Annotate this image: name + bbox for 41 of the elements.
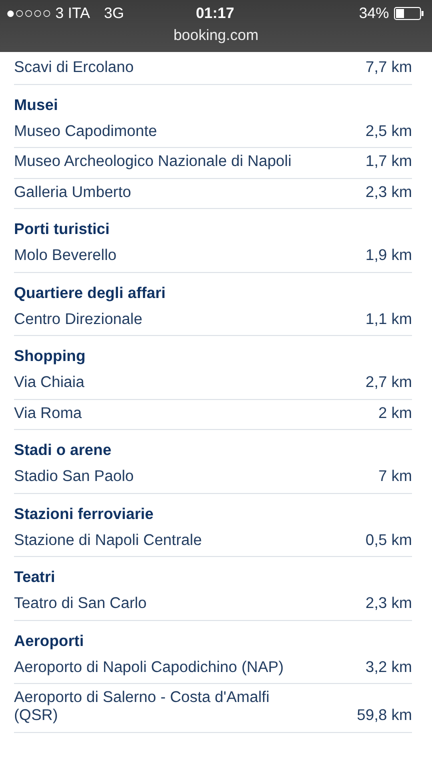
place-name: Galleria Umberto [14,184,132,202]
category-heading: Stadi o arene [14,441,112,461]
place-distance: 2,5 km [365,122,412,140]
place-name: Teatro di San Carlo [14,595,147,613]
place-distance: 7,7 km [365,59,412,77]
category-heading: Stazioni ferroviarie [14,504,155,524]
place-distance: 1,7 km [365,153,412,171]
place-distance: 3,2 km [365,658,412,676]
place-distance: 59,8 km [356,707,412,725]
place-name: Molo Beverello [14,247,117,265]
place-distance: 1,1 km [365,310,412,328]
place-distance: 2,7 km [365,374,412,392]
place-distance: 1,9 km [365,247,412,265]
place-name: Via Chiaia [14,374,84,392]
battery-percentage: 34% [358,5,389,22]
place-distance: 2 km [378,404,412,422]
category-heading: Musei [14,96,59,116]
place-distance: 7 km [378,468,412,486]
place-name: Museo Archeologico Nazionale di Napoli [14,153,292,171]
place-name: Museo Capodimonte [14,122,158,140]
signal-strength: ●○○○○ [6,5,52,22]
battery-icon [394,7,424,20]
place-name: Aeroporto di Napoli Capodichino (NAP) [14,658,284,676]
carrier-name: 3 ITA [55,5,90,22]
place-distance: 0,5 km [365,532,412,550]
clock-time: 01:17 [196,5,234,22]
category-heading: Porti turistici [14,220,111,240]
place-distance: 2,3 km [365,184,412,202]
network-type: 3G [104,5,124,22]
place-name: Centro Direzionale [14,310,142,328]
place-name: Via Roma [14,404,82,422]
place-name: Scavi di Ercolano [14,59,134,77]
place-name: Aeroporto di Salerno - Costa d'Amalfi (QSR) [14,689,270,725]
category-heading: Shopping [14,347,86,367]
place-name: Stadio San Paolo [14,468,134,486]
place-distance: 2,3 km [365,595,412,613]
category-heading: Teatri [14,568,56,588]
page-address[interactable]: booking.com [173,27,259,44]
category-heading: Aeroporti [14,632,85,652]
place-name: Stazione di Napoli Centrale [14,532,202,550]
category-heading: Quartiere degli affari [14,284,167,304]
